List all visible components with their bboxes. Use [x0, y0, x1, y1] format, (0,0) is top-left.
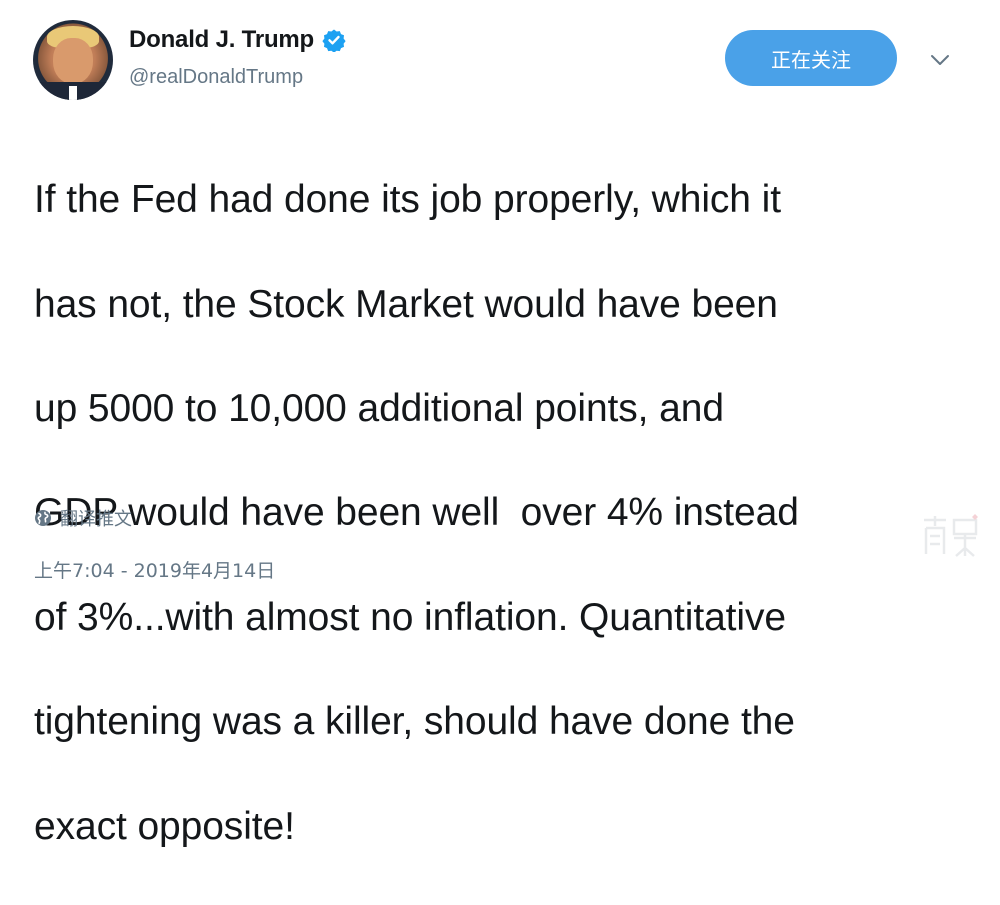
tweet-timestamp[interactable]: 上午7:04 - 2019年4月14日 [34, 556, 275, 583]
tweet-text-line: has not, the Stock Market would have bee… [34, 282, 778, 326]
tweet-text-line: If the Fed had done its job properly, wh… [34, 178, 781, 222]
globe-icon [34, 509, 52, 527]
tweet-card: Donald J. Trump @realDonaldTrump 正在关注 If… [0, 0, 1000, 848]
tweet-text-line: tightening was a killer, should have don… [34, 700, 795, 744]
author-display-name[interactable]: Donald J. Trump [129, 26, 314, 54]
verified-badge-icon [322, 28, 346, 53]
tweet-text: If the Fed had done its job properly, wh… [34, 122, 974, 905]
author-name-row[interactable]: Donald J. Trump [129, 26, 346, 54]
translate-tweet-link[interactable]: 翻译推文 [34, 505, 132, 531]
following-button[interactable]: 正在关注 [725, 30, 897, 86]
tweet-text-line: GDP would have been well over 4% instead [34, 491, 799, 535]
author-handle[interactable]: @realDonaldTrump [129, 66, 303, 89]
translate-label: 翻译推文 [60, 509, 132, 530]
chevron-down-icon[interactable] [929, 50, 951, 70]
avatar[interactable] [33, 20, 113, 100]
tweet-text-line: up 5000 to 10,000 additional points, and [34, 387, 724, 431]
avatar-face [53, 38, 93, 84]
tweet-text-line: exact opposite! [34, 804, 295, 848]
avatar-collar [69, 86, 77, 100]
watermark-logo-icon [918, 512, 982, 562]
tweet-text-line: of 3%...with almost no inflation. Quanti… [34, 595, 786, 639]
